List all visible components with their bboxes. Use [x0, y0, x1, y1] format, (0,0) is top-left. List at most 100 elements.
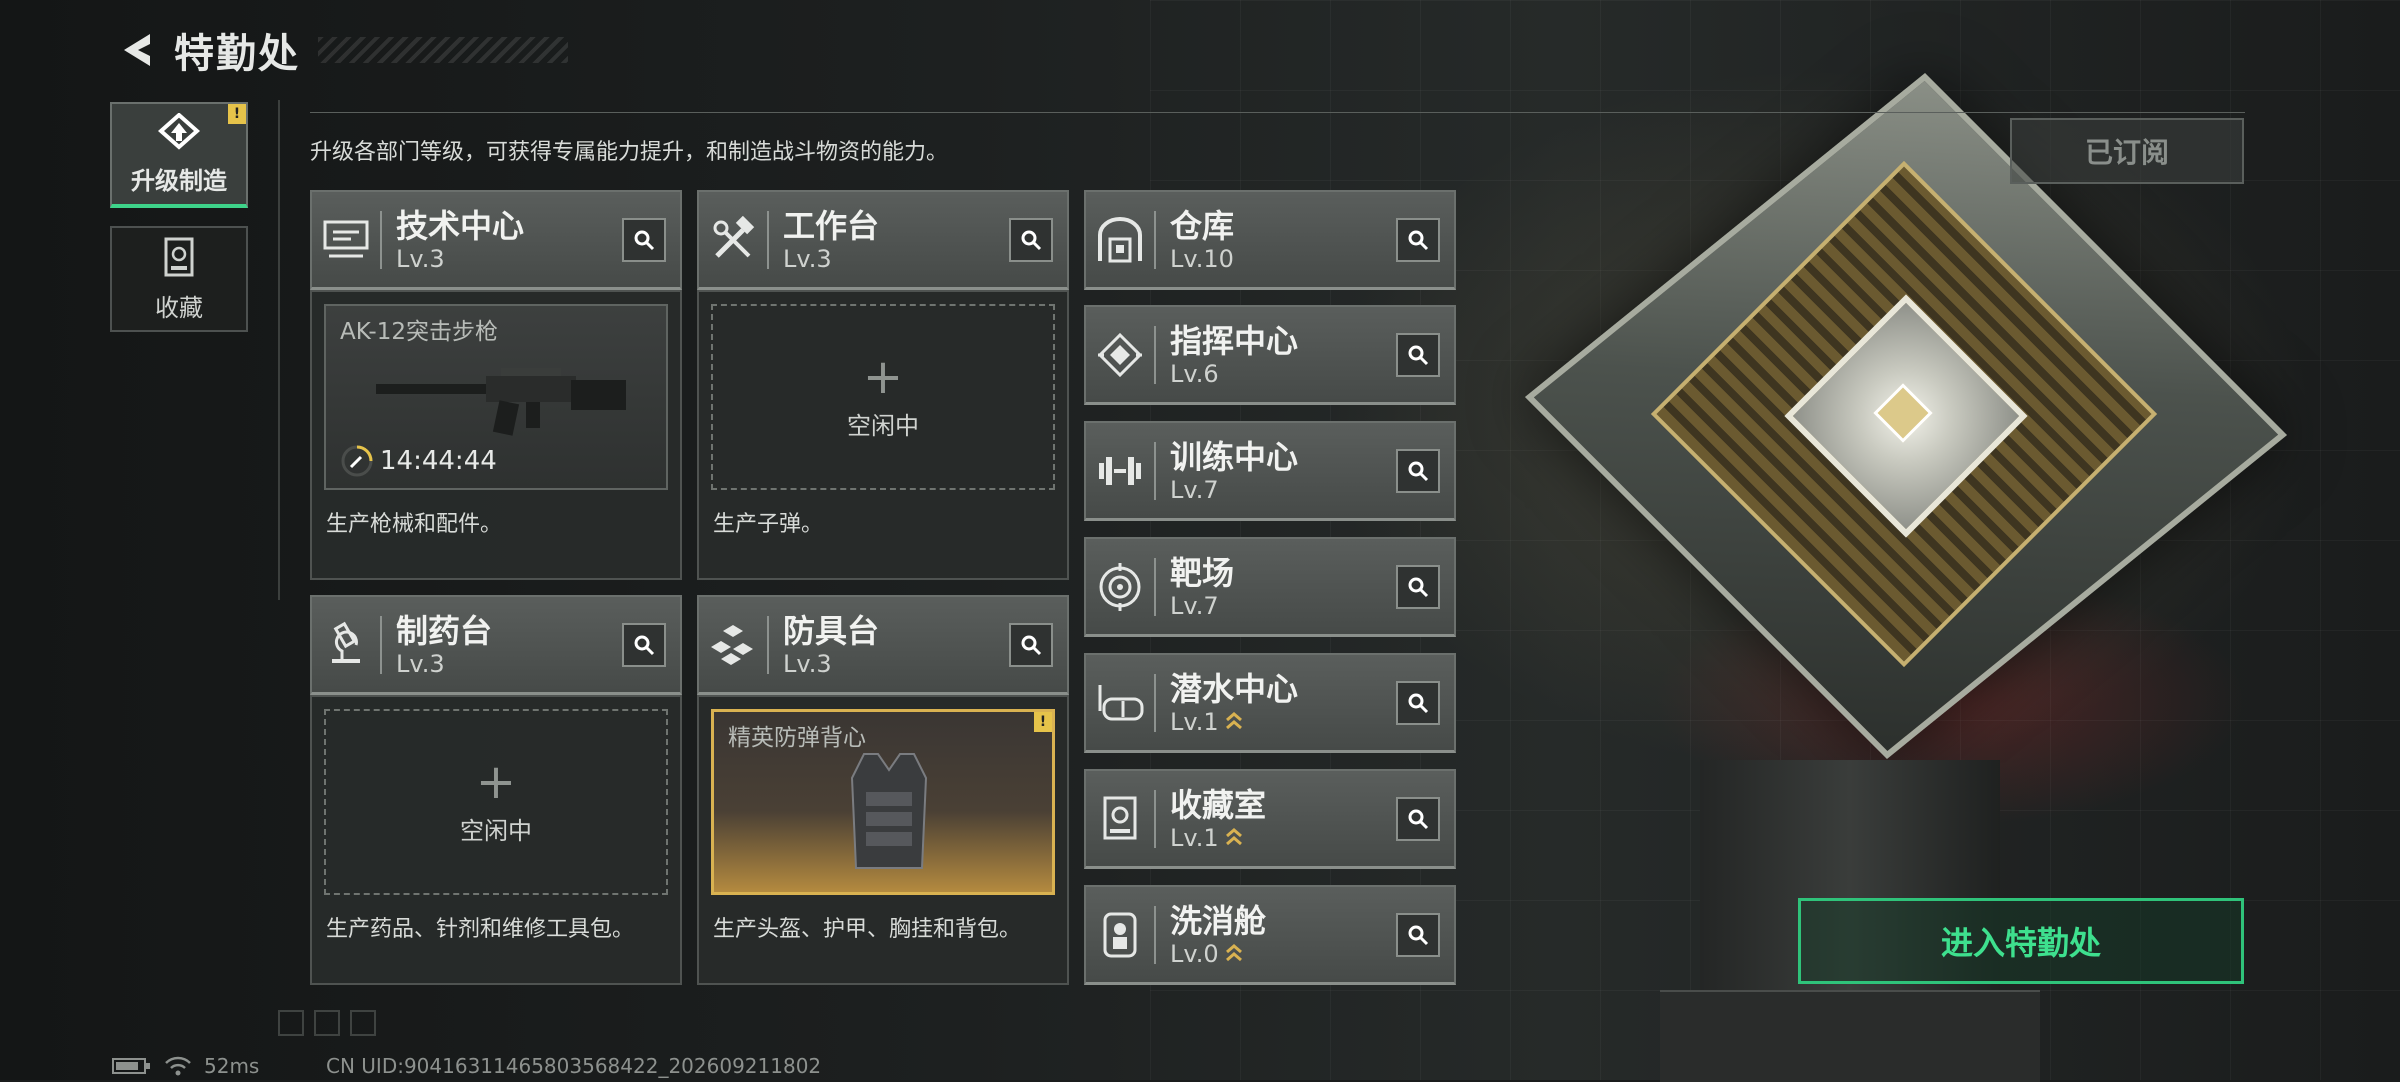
production-slot-armor-bench: 精英防弹背心 ! 生产头盔、护甲、胸挂和背包。 [697, 695, 1069, 985]
dept-level: Lv.1 [1170, 707, 1219, 736]
search-icon [1408, 577, 1429, 597]
dept-header-workbench[interactable]: 工作台 Lv.3 [697, 190, 1069, 290]
producing-item-slot[interactable]: AK-12突击步枪 14:44:44 [324, 304, 668, 490]
dept-level: Lv.7 [1170, 591, 1219, 620]
training-center-icon [1099, 456, 1141, 485]
page-description: 升级各部门等级，可获得专属能力提升，和制造战斗物资的能力。 [310, 140, 949, 165]
dept-level: Lv.3 [783, 649, 832, 678]
alert-badge: ! [228, 104, 246, 124]
production-timer: 14:44:44 [340, 444, 497, 478]
diving-center-icon [1098, 684, 1144, 720]
dept-level: Lv.0 [1170, 939, 1219, 968]
search-icon [1408, 693, 1429, 713]
search-icon [1408, 345, 1429, 365]
dept-header-warehouse[interactable]: 仓库 Lv.10 [1084, 190, 1456, 290]
dept-name: 防具台 [783, 611, 880, 650]
dept-name: 工作台 [783, 206, 880, 245]
collection-room-icon [1103, 796, 1137, 839]
tab-upgrade-craft[interactable]: 升级制造 ! [110, 102, 248, 208]
title-decoration [318, 37, 568, 63]
dept-header-shooting-range[interactable]: 靶场 Lv.7 [1084, 537, 1456, 637]
dept-name: 洗消舱 [1170, 901, 1267, 940]
production-slot-pharmacy: + 空闲中 生产药品、针剂和维修工具包。 [310, 695, 682, 985]
search-button[interactable] [1396, 796, 1440, 841]
search-button[interactable] [1396, 448, 1440, 493]
dept-level: Lv.1 [1170, 823, 1219, 852]
dept-header-tech-center[interactable]: 技术中心 Lv.3 [310, 190, 682, 290]
dept-header-command-center[interactable]: 指挥中心 Lv.6 [1084, 305, 1456, 405]
search-button[interactable] [1396, 564, 1440, 609]
dept-header-training-center[interactable]: 训练中心 Lv.7 [1084, 421, 1456, 521]
dept-header-pharmacy[interactable]: 制药台 Lv.3 [310, 595, 682, 695]
dept-header-armor-bench[interactable]: 防具台 Lv.3 [697, 595, 1069, 695]
dept-name: 指挥中心 [1170, 321, 1299, 360]
dept-level: Lv.3 [783, 244, 832, 273]
decon-chamber-icon [1103, 912, 1137, 957]
tab-upgrade-craft-label: 升级制造 [131, 166, 227, 195]
command-center-icon [1097, 332, 1143, 377]
dept-name: 收藏室 [1170, 785, 1267, 824]
description-rule [310, 112, 2245, 113]
upgrade-chevron-icon [1225, 711, 1242, 729]
dept-level: Lv.6 [1170, 359, 1219, 388]
armor-vest-icon [850, 753, 928, 869]
search-button[interactable] [1396, 680, 1440, 725]
wrench-timer-icon [341, 445, 373, 477]
dept-name: 仓库 [1170, 206, 1235, 245]
back-button[interactable] [110, 22, 166, 78]
dept-description: 生产子弹。 [713, 512, 824, 537]
user-uid: CN UID:9041631146580356842​2_20260921180… [326, 1054, 822, 1078]
dept-header-collection-room[interactable]: 收藏室 Lv.1 [1084, 769, 1456, 869]
upgrade-chevron-icon [1225, 943, 1242, 961]
idle-slot[interactable]: + 空闲中 [711, 304, 1055, 490]
tab-collection-label: 收藏 [155, 293, 203, 322]
search-button[interactable] [1009, 622, 1053, 667]
workbench-icon [713, 215, 755, 258]
pharmacy-icon [332, 621, 360, 663]
dept-description: 生产头盔、护甲、胸挂和背包。 [713, 917, 1022, 942]
pillar-base [1660, 990, 2040, 1082]
armor-bench-icon [711, 624, 753, 665]
search-icon [1408, 230, 1429, 250]
status-bar: 52ms [112, 1054, 259, 1078]
tech-center-icon [323, 220, 369, 257]
dept-header-decon-chamber[interactable]: 洗消舱 Lv.0 [1084, 885, 1456, 985]
search-icon [1408, 809, 1429, 829]
ping-text: 52ms [204, 1054, 260, 1078]
dept-level: Lv.10 [1170, 244, 1234, 273]
idle-label: 空闲中 [460, 816, 532, 845]
ready-item-slot[interactable]: 精英防弹背心 ! [711, 709, 1055, 895]
search-button[interactable] [1396, 217, 1440, 262]
battery-icon [112, 1058, 150, 1074]
idle-label: 空闲中 [847, 411, 919, 440]
enter-special-ops-button[interactable]: 进入特勤处 [1798, 898, 2244, 984]
search-icon [634, 230, 655, 250]
dept-level: Lv.7 [1170, 475, 1219, 504]
search-icon [1021, 635, 1042, 655]
search-icon [1021, 230, 1042, 250]
idle-slot[interactable]: + 空闲中 [324, 709, 668, 895]
subscribed-button[interactable]: 已订阅 [2010, 118, 2244, 184]
search-button[interactable] [622, 622, 666, 667]
dept-description: 生产药品、针剂和维修工具包。 [326, 917, 635, 942]
header: 特勤处 [110, 22, 568, 78]
warehouse-icon [1098, 216, 1142, 262]
collection-icon [164, 237, 194, 276]
dept-header-diving-center[interactable]: 潜水中心 Lv.1 [1084, 653, 1456, 753]
dept-name: 技术中心 [396, 206, 525, 245]
dept-name: 潜水中心 [1170, 669, 1299, 708]
upgrade-chevron-icon [1225, 827, 1242, 845]
shooting-range-icon [1099, 562, 1141, 611]
tab-collection[interactable]: 收藏 [110, 226, 248, 332]
item-name: AK-12突击步枪 [340, 319, 498, 345]
production-slot-tech-center: AK-12突击步枪 14:44:44 生产枪械和配件。 [310, 290, 682, 580]
rifle-icon [376, 368, 626, 436]
add-icon: + [862, 348, 904, 405]
search-button[interactable] [1396, 332, 1440, 377]
search-button[interactable] [622, 217, 666, 262]
alert-badge: ! [1034, 712, 1052, 732]
search-button[interactable] [1009, 217, 1053, 262]
search-icon [1408, 925, 1429, 945]
search-button[interactable] [1396, 912, 1440, 957]
page-title: 特勤处 [174, 31, 300, 77]
